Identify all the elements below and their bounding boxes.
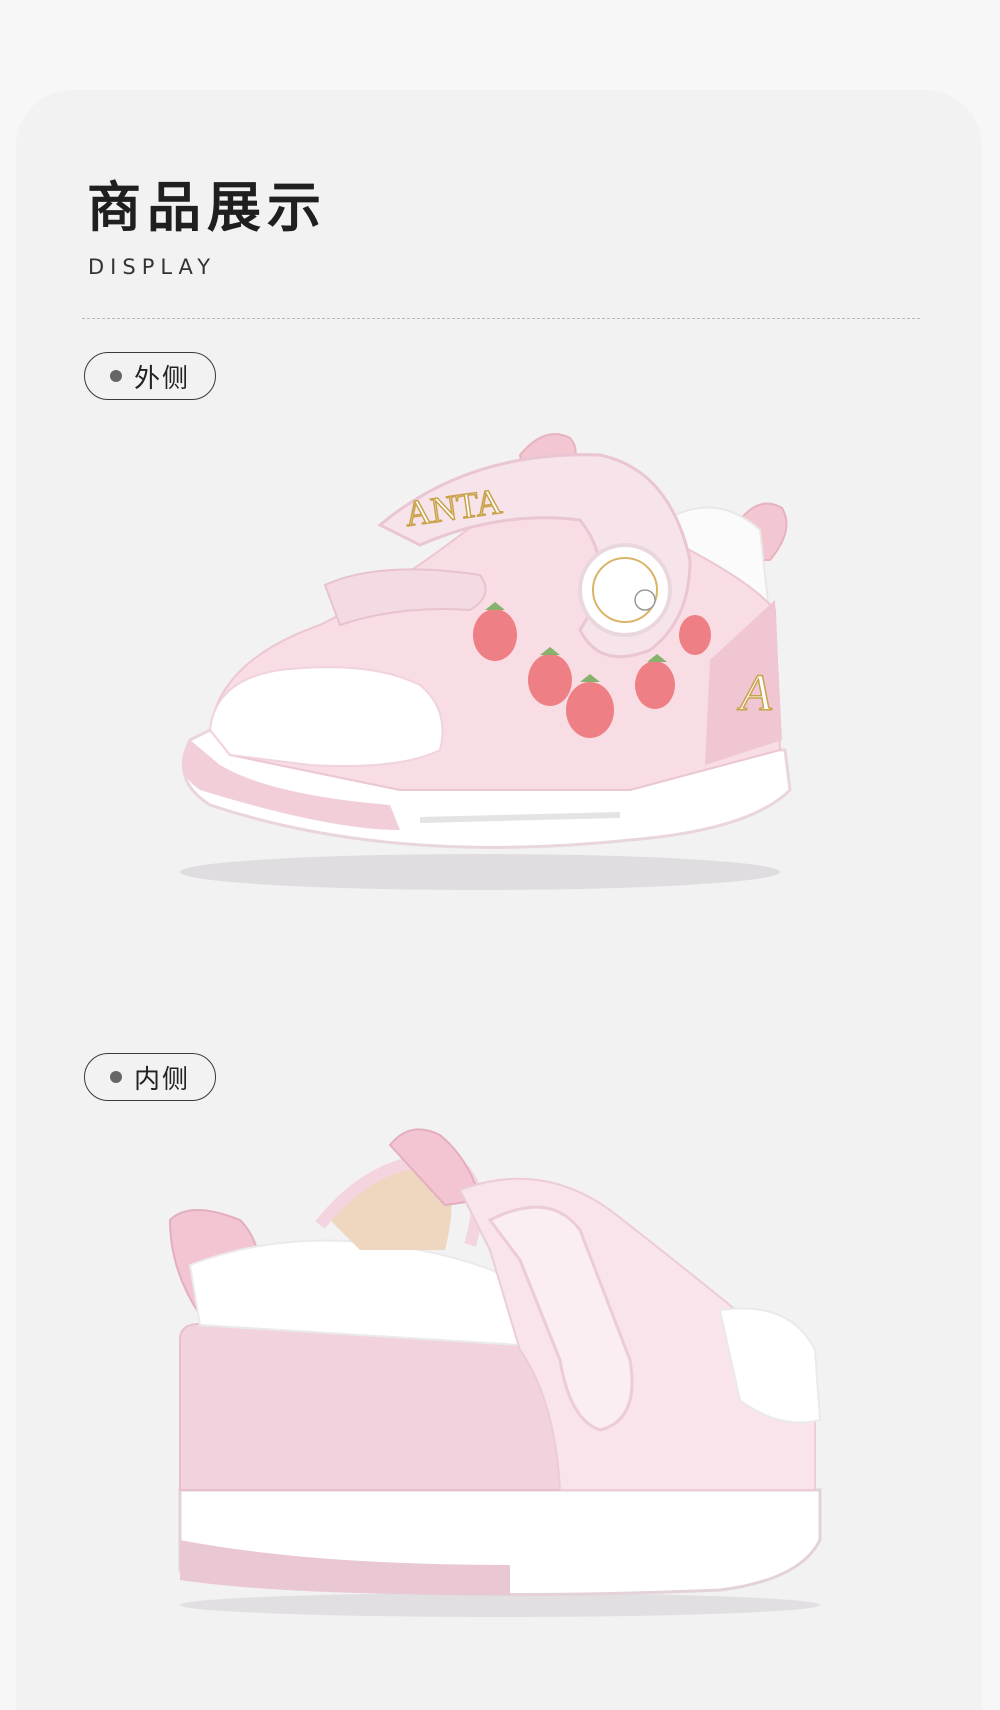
heel-letter-a: A [737,665,772,722]
bullet-dot-icon [109,1071,122,1083]
shoe-inner-side-photo [168,1128,822,1617]
section-subtitle: DISPLAY [88,255,217,279]
shoe-outer-side-photo: A ANTA [180,433,792,890]
view-tag-label: 外侧 [133,363,190,394]
bullet-dot-icon [109,370,122,382]
section-title: 商品展示 [87,176,327,239]
view-tag-inner: 内侧 [84,1053,216,1101]
view-tag-label: 内侧 [133,1064,190,1095]
dashed-divider [82,318,920,319]
view-tag-outer: 外侧 [84,352,216,400]
